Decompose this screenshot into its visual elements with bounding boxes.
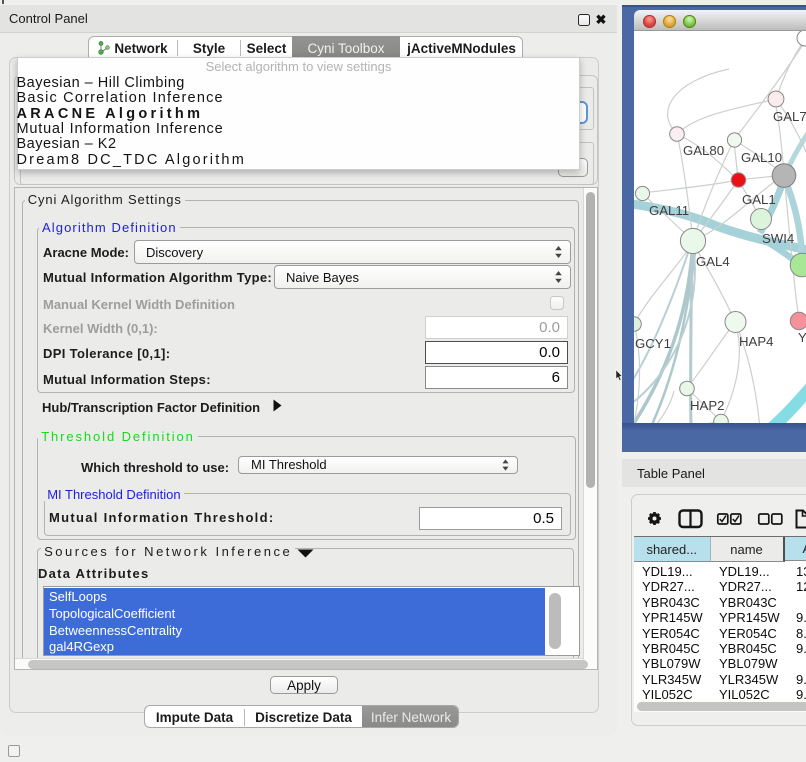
svg-text:GAL11: GAL11 [649, 203, 689, 218]
svg-text:YEL: YEL [798, 330, 806, 345]
svg-text:GAL80: GAL80 [683, 143, 724, 158]
svg-text:SWI4: SWI4 [762, 231, 794, 246]
svg-text:GAL4: GAL4 [696, 254, 730, 269]
svg-text:HAP2: HAP2 [690, 398, 724, 413]
svg-text:GCY1: GCY1 [635, 336, 671, 351]
svg-text:GAL1: GAL1 [742, 192, 776, 207]
svg-text:HAP4: HAP4 [739, 334, 773, 349]
svg-text:GAL10: GAL10 [741, 150, 782, 165]
svg-text:GAL7: GAL7 [773, 109, 806, 124]
